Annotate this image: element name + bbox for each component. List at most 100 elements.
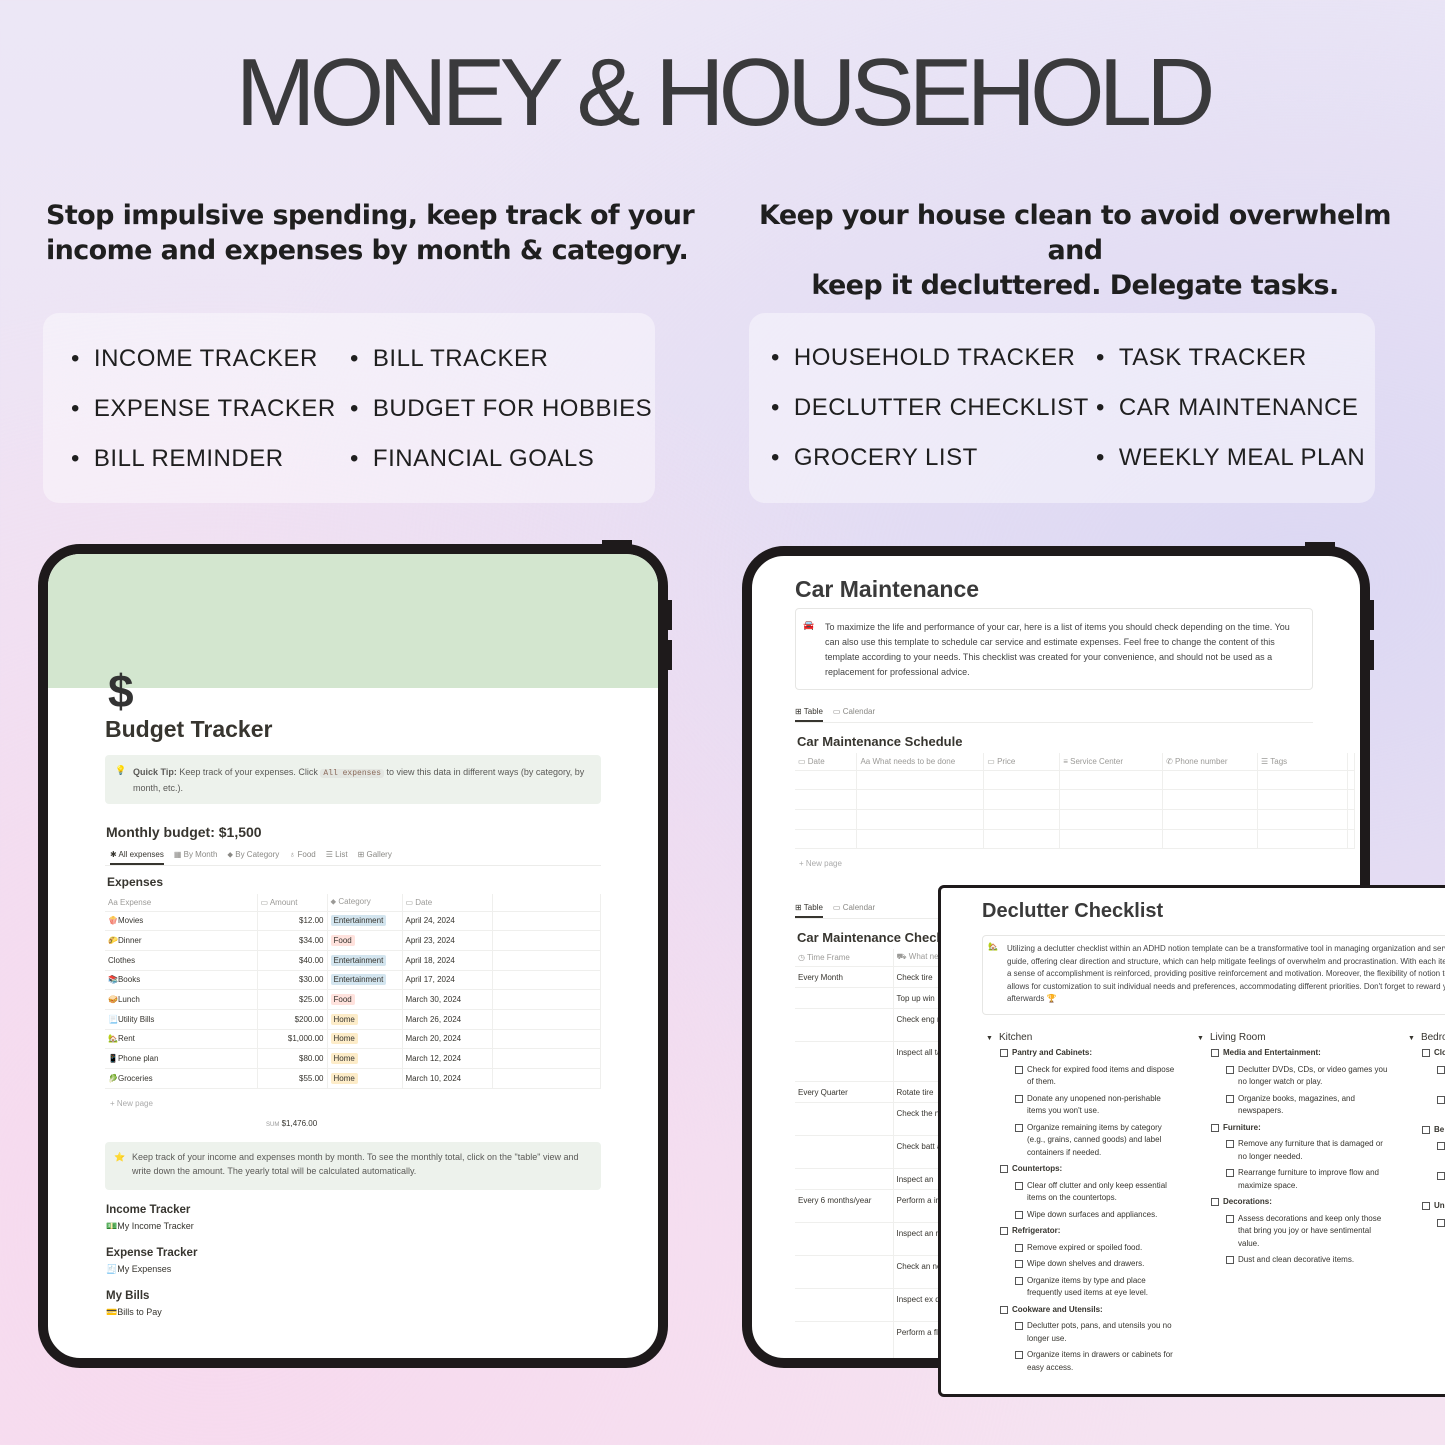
schedule-column[interactable]: ▭ Price [983, 753, 1061, 771]
category-cell[interactable]: Home [327, 1009, 403, 1030]
section-link[interactable]: 💳Bills to Pay [106, 1307, 197, 1318]
checklist-group[interactable]: Countertops: [1000, 1163, 1197, 1176]
schedule-column[interactable]: ≡ Service Center [1059, 753, 1164, 771]
category-cell[interactable]: Food [327, 930, 403, 951]
empty-cell[interactable] [856, 770, 985, 791]
empty-cell[interactable] [795, 809, 858, 830]
schedule-column[interactable]: ☰ Tags [1257, 753, 1348, 771]
time-frame-cell[interactable] [795, 1168, 894, 1190]
table-row[interactable]: 📚Books $30.00 Entertainment April 17, 2024 [105, 970, 601, 991]
checkbox[interactable] [1015, 1065, 1023, 1074]
checklist-item[interactable]: Clear off clutter and only keep essentia… [1015, 1180, 1177, 1205]
table-row[interactable]: 🍿Movies $12.00 Entertainment April 24, 2024 [105, 911, 601, 932]
checkbox[interactable] [1437, 1095, 1445, 1104]
time-frame-cell[interactable]: Every Quarter [795, 1081, 894, 1103]
checklist-group[interactable]: Refrigerator: [1000, 1225, 1197, 1238]
expense-cell[interactable]: 📱Phone plan [105, 1048, 258, 1069]
checkbox[interactable] [1015, 1243, 1023, 1252]
checkbox[interactable] [1000, 1305, 1008, 1314]
checkbox[interactable] [1437, 1065, 1445, 1074]
tab-all-expenses[interactable]: ✱ All expenses [110, 847, 164, 865]
checklist-item[interactable] [1437, 1170, 1445, 1196]
category-cell[interactable]: Entertainment [327, 911, 403, 932]
time-frame-cell[interactable] [795, 1222, 894, 1256]
empty-cell[interactable] [1347, 829, 1355, 850]
checklist-item[interactable] [1437, 1140, 1445, 1166]
tab-calendar[interactable]: ▭ Calendar [833, 900, 875, 918]
checkbox[interactable] [1226, 1169, 1234, 1177]
time-frame-cell[interactable] [795, 1102, 894, 1136]
checkbox[interactable] [1015, 1094, 1023, 1103]
tab-by-category[interactable]: ⬥ By Category [227, 847, 279, 865]
checkbox[interactable] [1211, 1049, 1219, 1057]
empty-cell[interactable] [1162, 829, 1259, 850]
empty-cell[interactable] [983, 809, 1061, 830]
empty-cell[interactable] [1347, 789, 1355, 810]
time-frame-cell[interactable] [795, 1008, 894, 1042]
amount-cell[interactable]: $12.00 [257, 911, 328, 932]
table-row[interactable]: Clothes $40.00 Entertainment April 18, 2024 [105, 950, 601, 971]
col-amount[interactable]: ▭ Amount [257, 894, 328, 912]
empty-cell[interactable] [1162, 789, 1259, 810]
checkbox[interactable] [1000, 1165, 1008, 1173]
checkbox[interactable] [1226, 1065, 1234, 1074]
category-cell[interactable]: Food [327, 989, 403, 1010]
empty-cell[interactable] [1059, 789, 1164, 810]
checkbox[interactable] [1226, 1214, 1234, 1223]
checklist-item[interactable]: Remove expired or spoiled food. [1015, 1242, 1177, 1255]
empty-cell[interactable] [983, 789, 1061, 810]
time-frame-cell[interactable] [795, 1041, 894, 1082]
checklist-item[interactable]: Wipe down surfaces and appliances. [1015, 1209, 1177, 1222]
checkbox[interactable] [1422, 1125, 1430, 1134]
time-frame-cell[interactable] [795, 1321, 894, 1358]
checklist-item[interactable]: Donate any unopened non-perishable items… [1015, 1093, 1177, 1118]
category-cell[interactable]: Entertainment [327, 950, 403, 971]
room-toggle[interactable]: ▼ Bedro [1408, 1032, 1445, 1043]
tab-table[interactable]: ⊞ Table [795, 704, 823, 722]
tab-table[interactable]: ⊞ Table [795, 900, 823, 918]
date-cell[interactable]: April 24, 2024 [402, 911, 493, 932]
expense-cell[interactable]: 📃Utility Bills [105, 1009, 258, 1030]
checklist-item[interactable]: Organize items in drawers or cabinets fo… [1015, 1349, 1177, 1374]
table-row[interactable]: 🥬Groceries $55.00 Home March 10, 2024 [105, 1068, 601, 1089]
checklist-group[interactable]: Be [1422, 1124, 1445, 1137]
schedule-column[interactable]: ✆ Phone number [1162, 753, 1259, 771]
checkbox[interactable] [1015, 1276, 1023, 1285]
checkbox[interactable] [1437, 1172, 1445, 1180]
time-frame-cell[interactable] [795, 1288, 894, 1322]
category-cell[interactable]: Entertainment [327, 970, 403, 991]
col-time-frame[interactable]: ◷ Time Frame [795, 949, 894, 967]
empty-cell[interactable] [856, 829, 985, 850]
checkbox[interactable] [1015, 1351, 1023, 1359]
time-frame-cell[interactable] [795, 1135, 894, 1169]
empty-cell[interactable] [1257, 809, 1348, 830]
checklist-item[interactable]: Rearrange furniture to improve flow and … [1226, 1167, 1388, 1192]
empty-cell[interactable] [1059, 809, 1164, 830]
room-toggle[interactable]: ▼ Living Room [1197, 1032, 1408, 1043]
checklist-group[interactable]: Clo [1422, 1047, 1445, 1060]
amount-cell[interactable]: $1,000.00 [257, 1029, 328, 1050]
checkbox[interactable] [1437, 1218, 1445, 1227]
table-row[interactable]: 📃Utility Bills $200.00 Home March 26, 2024 [105, 1009, 601, 1030]
expense-cell[interactable]: 🥬Groceries [105, 1068, 258, 1089]
empty-row[interactable] [795, 809, 1355, 830]
checkbox[interactable] [1437, 1142, 1445, 1150]
checkbox[interactable] [1015, 1260, 1023, 1268]
empty-cell[interactable] [795, 829, 858, 850]
empty-cell[interactable] [1347, 809, 1355, 830]
checkbox[interactable] [1422, 1202, 1430, 1210]
date-cell[interactable]: March 26, 2024 [402, 1009, 493, 1030]
amount-cell[interactable]: $30.00 [257, 970, 328, 991]
col-expense[interactable]: Aa Expense [105, 894, 258, 912]
category-cell[interactable]: Home [327, 1048, 403, 1069]
checklist-item[interactable] [1437, 1217, 1445, 1243]
table-row[interactable]: 🌮Dinner $34.00 Food April 23, 2024 [105, 930, 601, 951]
expense-cell[interactable]: 🥪Lunch [105, 989, 258, 1010]
checkbox[interactable] [1226, 1256, 1234, 1264]
expense-cell[interactable]: 🍿Movies [105, 911, 258, 932]
date-cell[interactable]: March 12, 2024 [402, 1048, 493, 1069]
checklist-item[interactable]: Organize items by type and place frequen… [1015, 1275, 1177, 1300]
amount-cell[interactable]: $55.00 [257, 1068, 328, 1089]
empty-cell[interactable] [1059, 770, 1164, 791]
empty-row[interactable] [795, 829, 1355, 850]
